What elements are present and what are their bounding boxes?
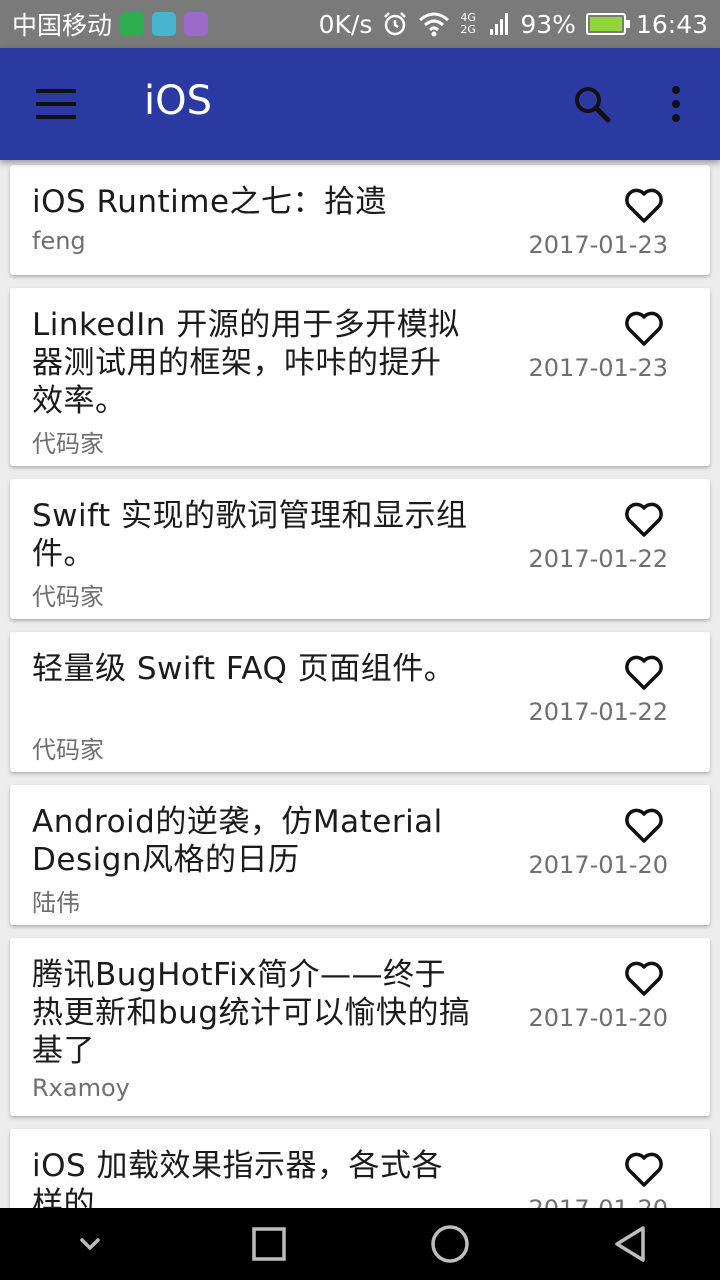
signal-icon bbox=[490, 13, 509, 35]
heart-icon[interactable] bbox=[622, 497, 666, 541]
article-card[interactable]: LinkedIn 开源的用于多开模拟器测试用的框架，咔咔的提升效率。 代码家 2… bbox=[10, 288, 710, 466]
heart-icon[interactable] bbox=[622, 803, 666, 847]
article-author: feng bbox=[32, 227, 86, 255]
battery-percent-label: 93% bbox=[520, 9, 576, 39]
home-icon[interactable] bbox=[428, 1222, 472, 1266]
menu-icon[interactable] bbox=[34, 84, 78, 124]
article-author: Rxamoy bbox=[32, 1074, 130, 1102]
network-type-label: 4G 2G bbox=[460, 11, 476, 36]
article-title: LinkedIn 开源的用于多开模拟器测试用的框架，咔咔的提升效率。 bbox=[32, 307, 460, 419]
eye-app-icon bbox=[120, 12, 145, 36]
net-speed-label: 0K/s bbox=[318, 9, 373, 39]
hide-nav-icon[interactable] bbox=[70, 1224, 110, 1264]
gallery-app-icon bbox=[184, 12, 209, 36]
status-bar: 中国移动 0K/s 4G 2G 93% 16:43 bbox=[0, 0, 720, 48]
heart-icon[interactable] bbox=[622, 650, 666, 694]
article-author: 代码家 bbox=[32, 430, 104, 458]
article-date: 2017-01-23 bbox=[528, 231, 668, 259]
page-title: iOS bbox=[144, 78, 212, 124]
recents-icon[interactable] bbox=[249, 1224, 289, 1264]
alarm-icon bbox=[384, 12, 407, 36]
article-title: Android的逆袭，仿Material Design风格的日历 bbox=[32, 804, 443, 878]
article-title: Swift 实现的歌词管理和显示组件。 bbox=[32, 498, 468, 572]
article-title: 腾讯BugHotFix简介——终于热更新和bug统计可以愉快的搞基了 bbox=[32, 957, 471, 1069]
navigation-bar bbox=[0, 1208, 720, 1280]
battery-icon bbox=[585, 13, 630, 35]
article-date: 2017-01-22 bbox=[528, 698, 668, 726]
article-date: 2017-01-20 bbox=[528, 851, 668, 879]
clock-label: 16:43 bbox=[635, 9, 708, 39]
article-card[interactable]: iOS Runtime之七：拾遗 feng 2017-01-23 bbox=[10, 165, 710, 275]
article-date: 2017-01-22 bbox=[528, 545, 668, 573]
overflow-icon[interactable] bbox=[664, 82, 688, 126]
article-date: 2017-01-20 bbox=[529, 1195, 668, 1208]
article-title: iOS 加载效果指示器，各式各样的 bbox=[32, 1148, 444, 1208]
article-author: 代码家 bbox=[32, 583, 104, 611]
carrier-label: 中国移动 bbox=[12, 11, 113, 40]
article-list[interactable]: iOS Runtime之七：拾遗 feng 2017-01-23 LinkedI… bbox=[0, 160, 720, 1208]
heart-icon[interactable] bbox=[622, 306, 666, 350]
article-card[interactable]: 腾讯BugHotFix简介——终于热更新和bug统计可以愉快的搞基了 Rxamo… bbox=[10, 938, 710, 1116]
heart-icon[interactable] bbox=[622, 1147, 666, 1191]
android-app-icon bbox=[152, 12, 177, 36]
wifi-icon bbox=[419, 12, 450, 37]
heart-icon[interactable] bbox=[622, 956, 666, 1000]
article-date: 2017-01-20 bbox=[528, 1004, 668, 1032]
article-card[interactable]: Swift 实现的歌词管理和显示组件。 代码家 2017-01-22 bbox=[10, 479, 710, 619]
article-title: iOS Runtime之七：拾遗 bbox=[32, 184, 388, 220]
app-bar: iOS bbox=[0, 48, 720, 160]
article-author: 代码家 bbox=[32, 736, 104, 764]
article-card[interactable]: 轻量级 Swift FAQ 页面组件。 代码家 2017-01-22 bbox=[10, 632, 710, 772]
back-icon[interactable] bbox=[611, 1224, 651, 1264]
search-icon[interactable] bbox=[570, 82, 614, 126]
heart-icon[interactable] bbox=[622, 183, 666, 227]
article-card[interactable]: iOS 加载效果指示器，各式各样的 2017-01-20 bbox=[10, 1129, 710, 1208]
article-title: 轻量级 Swift FAQ 页面组件。 bbox=[32, 651, 456, 687]
article-date: 2017-01-23 bbox=[528, 354, 668, 382]
article-author: 陆伟 bbox=[32, 889, 80, 917]
article-card[interactable]: Android的逆袭，仿Material Design风格的日历 陆伟 2017… bbox=[10, 785, 710, 925]
